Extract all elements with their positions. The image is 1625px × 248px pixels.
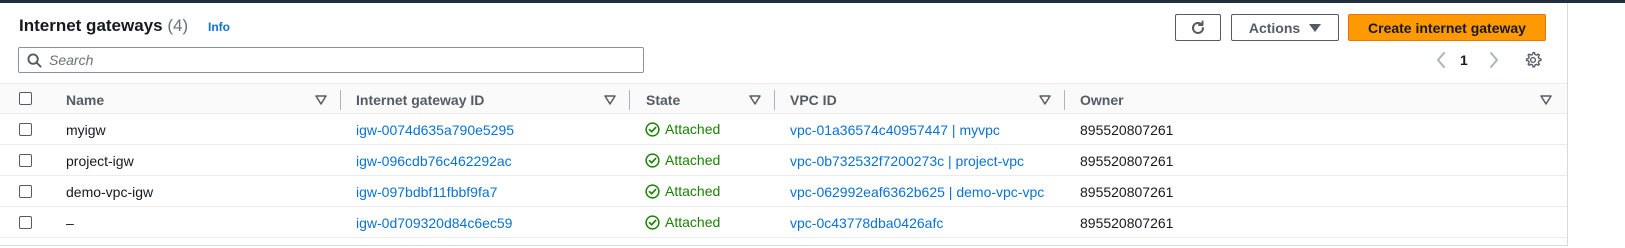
state-cell: Attached [645, 152, 720, 168]
vpc-id-link[interactable]: vpc-062992eaf6362b625 | demo-vpc-vpc [790, 184, 1044, 200]
check-circle-icon [645, 121, 660, 137]
table-row[interactable]: – igw-0d709320d84c6ec59 Attached vpc-0c4… [0, 207, 1567, 238]
column-divider[interactable] [629, 90, 630, 110]
row-checkbox[interactable] [19, 154, 32, 167]
check-circle-icon [645, 152, 660, 168]
gateway-name: demo-vpc-igw [66, 184, 154, 200]
state-cell: Attached [645, 183, 720, 199]
owner-id: 895520807261 [1080, 153, 1174, 169]
check-circle-icon [645, 183, 660, 199]
column-header-igw-id[interactable]: Internet gateway ID [356, 92, 484, 108]
search-box[interactable] [18, 47, 644, 73]
gateway-name: myigw [66, 122, 106, 138]
table-row[interactable]: project-igw igw-096cdb76c462292ac Attach… [0, 145, 1567, 176]
state-label: Attached [665, 183, 721, 199]
previous-page-button[interactable] [1433, 50, 1449, 70]
sort-caret-icon[interactable] [1540, 95, 1552, 105]
state-cell: Attached [645, 121, 720, 137]
search-input[interactable] [49, 49, 643, 71]
column-divider[interactable] [774, 90, 775, 110]
refresh-icon [1192, 20, 1204, 34]
row-checkbox[interactable] [19, 216, 32, 229]
column-header-owner[interactable]: Owner [1080, 92, 1124, 108]
actions-button[interactable]: Actions [1231, 14, 1339, 41]
gear-icon [1525, 51, 1542, 68]
column-header-name[interactable]: Name [66, 92, 104, 108]
gateway-id-link[interactable]: igw-0d709320d84c6ec59 [356, 215, 512, 231]
owner-id: 895520807261 [1080, 122, 1174, 138]
state-label: Attached [665, 121, 721, 137]
chevron-left-icon [1437, 52, 1445, 68]
vpc-id-link[interactable]: vpc-0b732532f7200273c | project-vpc [790, 153, 1024, 169]
table-row[interactable]: demo-vpc-igw igw-097bdbf11fbbf9fa7 Attac… [0, 176, 1567, 207]
table-row[interactable]: myigw igw-0074d635a790e5295 Attached vpc… [0, 114, 1567, 145]
column-header-state[interactable]: State [646, 92, 680, 108]
search-icon [19, 52, 49, 68]
sort-caret-icon[interactable] [315, 95, 327, 105]
column-divider[interactable] [1064, 90, 1065, 110]
info-link[interactable]: Info [208, 20, 230, 34]
column-header-vpc-id[interactable]: VPC ID [790, 92, 837, 108]
gateway-id-link[interactable]: igw-096cdb76c462292ac [356, 153, 512, 169]
next-page-button[interactable] [1486, 50, 1502, 70]
row-checkbox[interactable] [19, 123, 32, 136]
gateway-id-link[interactable]: igw-0074d635a790e5295 [356, 122, 514, 138]
vpc-id-link[interactable]: vpc-0c43778dba0426afc [790, 215, 943, 231]
page-title: Internet gateways (4) [19, 16, 188, 36]
gateway-id-link[interactable]: igw-097bdbf11fbbf9fa7 [356, 184, 497, 200]
owner-id: 895520807261 [1080, 215, 1174, 231]
actions-label: Actions [1248, 19, 1301, 36]
state-label: Attached [665, 214, 721, 230]
item-count: (4) [167, 16, 189, 35]
caret-down-icon [1309, 23, 1322, 32]
refresh-button[interactable] [1175, 14, 1221, 41]
sort-caret-icon[interactable] [604, 95, 616, 105]
state-cell: Attached [645, 214, 720, 230]
select-all-checkbox[interactable] [19, 92, 32, 105]
create-internet-gateway-button[interactable]: Create internet gateway [1348, 14, 1546, 41]
vpc-id-link[interactable]: vpc-01a36574c40957447 | myvpc [790, 122, 1000, 138]
table-header: Name Internet gateway ID State VPC ID Ow… [0, 83, 1567, 114]
gateway-name: project-igw [66, 153, 134, 169]
column-divider[interactable] [340, 90, 341, 110]
sort-caret-icon[interactable] [749, 95, 761, 105]
state-label: Attached [665, 152, 721, 168]
sort-caret-icon[interactable] [1039, 95, 1051, 105]
chevron-right-icon [1490, 52, 1498, 68]
row-checkbox[interactable] [19, 185, 32, 198]
title-text: Internet gateways [19, 16, 163, 35]
owner-id: 895520807261 [1080, 184, 1174, 200]
gateway-name: – [66, 215, 74, 231]
check-circle-icon [645, 214, 660, 230]
preferences-button[interactable] [1523, 50, 1543, 70]
page-number[interactable]: 1 [1460, 52, 1468, 68]
